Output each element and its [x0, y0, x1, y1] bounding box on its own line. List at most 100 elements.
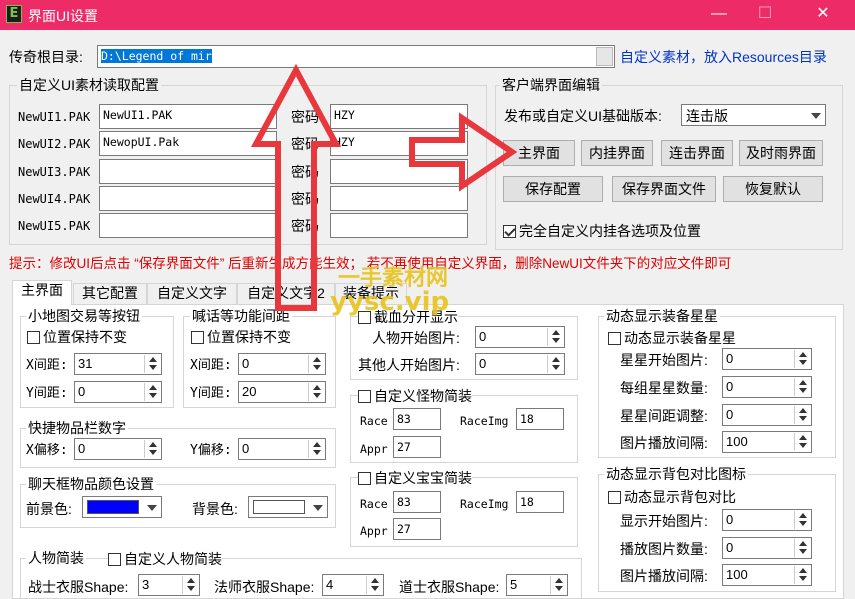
bag-start-image-value: 0 [726, 512, 734, 527]
star-start-image-stepper[interactable]: 0 [722, 348, 812, 370]
star-count-stepper[interactable]: 0 [722, 376, 812, 398]
tab-custom-text[interactable]: 自定义文字 [147, 283, 237, 304]
pak-file-input[interactable] [99, 186, 277, 211]
browse-button[interactable] [596, 47, 613, 66]
pak-password-input[interactable]: HZY [330, 104, 468, 129]
pak-password-input[interactable] [330, 159, 468, 184]
tab-main-ui[interactable]: 主界面 [12, 280, 72, 305]
pak-file-input[interactable]: NewopUI.Pak [99, 131, 277, 156]
base-version-select[interactable]: 连击版 [681, 104, 826, 126]
figure-custom-checkbox[interactable]: 自定义人物简装 [108, 550, 222, 568]
star-spacing-stepper[interactable]: 0 [722, 404, 812, 426]
spin-arrows-icon[interactable] [547, 328, 563, 346]
minimap-x-stepper[interactable]: 31 [74, 353, 162, 375]
minimap-y-stepper[interactable]: 0 [74, 381, 162, 403]
pak-password-label: 密码 [291, 218, 319, 234]
minimize-button[interactable]: — [696, 0, 742, 30]
restore-default-button[interactable]: 恢复默认 [723, 176, 823, 202]
spin-arrows-icon[interactable] [182, 576, 198, 594]
spin-arrows-icon[interactable] [794, 378, 810, 396]
hotbar-x-stepper[interactable]: 0 [74, 438, 162, 460]
star-interval-value: 100 [726, 434, 748, 449]
bag-image-count-stepper[interactable]: 0 [722, 537, 812, 559]
main-ui-button[interactable]: 主界面 [503, 140, 575, 166]
spin-arrows-icon[interactable] [308, 383, 324, 401]
spin-arrows-icon[interactable] [794, 433, 810, 451]
star-spacing-label: 星星间距调整: [620, 408, 708, 424]
tab-custom-text-2[interactable]: 自定义文字2 [237, 283, 335, 304]
mage-shape-stepper[interactable]: 4 [322, 574, 384, 596]
checkbox-icon [108, 553, 121, 566]
root-dir-input[interactable]: D:\Legend of mir [97, 45, 615, 68]
shout-y-stepper[interactable]: 20 [238, 381, 326, 403]
star-count-value: 0 [726, 379, 734, 394]
baby-race-input[interactable]: 83 [393, 491, 441, 513]
warrior-shape-stepper[interactable]: 3 [138, 574, 200, 596]
pak-password-input[interactable] [330, 186, 468, 211]
checkbox-icon [191, 331, 204, 344]
pak-password-input[interactable]: HZY [330, 131, 468, 156]
full-custom-checkbox[interactable]: 完全自定义内挂各选项及位置 [503, 222, 701, 240]
base-version-label: 发布或自定义UI基础版本: [504, 108, 662, 124]
pak-password-input[interactable] [330, 213, 468, 238]
taoist-shape-stepper[interactable]: 5 [506, 574, 568, 596]
monster-appr-input[interactable]: 27 [393, 436, 441, 458]
shout-x-stepper[interactable]: 0 [238, 353, 326, 375]
background-color-select[interactable] [248, 496, 328, 518]
shout-spacing-group-label: 喊话等功能间距 [190, 308, 292, 324]
baby-custom-checkbox[interactable]: 自定义宝宝简装 [358, 469, 472, 487]
save-ui-file-button[interactable]: 保存界面文件 [612, 176, 716, 202]
spin-arrows-icon[interactable] [366, 576, 382, 594]
monster-custom-label: 自定义怪物简装 [374, 388, 472, 404]
spin-arrows-icon[interactable] [794, 511, 810, 529]
tab-other-config[interactable]: 其它配置 [73, 283, 147, 304]
spin-arrows-icon[interactable] [144, 440, 160, 458]
mage-shape-label: 法师衣服Shape: [214, 579, 315, 595]
plugin-ui-button[interactable]: 内挂界面 [581, 140, 653, 166]
hotbar-y-stepper[interactable]: 0 [238, 438, 326, 460]
checkbox-icon [608, 332, 621, 345]
baby-raceimg-input[interactable]: 18 [516, 491, 564, 513]
spin-arrows-icon[interactable] [794, 566, 810, 584]
bag-interval-stepper[interactable]: 100 [722, 564, 812, 586]
pak-file-input[interactable]: NewUI1.PAK [99, 104, 277, 129]
close-button[interactable]: ✕ [800, 0, 846, 30]
shout-x-label: X间距: [190, 358, 232, 373]
minimap-y-value: 0 [78, 384, 86, 399]
spin-arrows-icon[interactable] [550, 576, 566, 594]
minimap-keep-checkbox[interactable]: 位置保持不变 [27, 328, 127, 346]
bag-start-image-stepper[interactable]: 0 [722, 509, 812, 531]
checkbox-icon [358, 472, 371, 485]
timely-rain-ui-button[interactable]: 及时雨界面 [739, 140, 823, 166]
baby-appr-input[interactable]: 27 [393, 518, 441, 540]
monster-custom-checkbox[interactable]: 自定义怪物简装 [358, 387, 472, 405]
spin-arrows-icon[interactable] [547, 355, 563, 373]
bag-compare-checkbox[interactable]: 动态显示背包对比 [608, 488, 736, 506]
star-interval-stepper[interactable]: 100 [722, 431, 812, 453]
combo-ui-button[interactable]: 连击界面 [661, 140, 733, 166]
maximize-button[interactable]: ☐ [742, 0, 788, 30]
pak-file-input[interactable] [99, 159, 277, 184]
other-start-image-stepper[interactable]: 0 [475, 353, 565, 375]
foreground-color-select[interactable] [82, 496, 162, 518]
spin-arrows-icon[interactable] [144, 355, 160, 373]
monster-race-input[interactable]: 83 [393, 408, 441, 430]
window-title: 界面UI设置 [28, 8, 98, 24]
spin-arrows-icon[interactable] [144, 383, 160, 401]
spin-arrows-icon[interactable] [308, 355, 324, 373]
shout-keep-checkbox[interactable]: 位置保持不变 [191, 328, 291, 346]
pak-password-label: 密码 [291, 191, 319, 207]
warrior-shape-label: 战士衣服Shape: [28, 579, 129, 595]
equip-stars-checkbox[interactable]: 动态显示装备星星 [608, 329, 736, 347]
star-start-image-label: 星星开始图片: [620, 352, 708, 368]
spin-arrows-icon[interactable] [794, 350, 810, 368]
pak-file-input[interactable] [99, 213, 277, 238]
resources-hint-link[interactable]: 自定义素材，放入Resources目录 [620, 48, 827, 66]
shout-keep-label: 位置保持不变 [207, 329, 291, 345]
spin-arrows-icon[interactable] [794, 406, 810, 424]
spin-arrows-icon[interactable] [308, 440, 324, 458]
self-start-image-stepper[interactable]: 0 [475, 326, 565, 348]
save-config-button[interactable]: 保存配置 [503, 176, 603, 202]
spin-arrows-icon[interactable] [794, 539, 810, 557]
monster-raceimg-input[interactable]: 18 [516, 408, 564, 430]
